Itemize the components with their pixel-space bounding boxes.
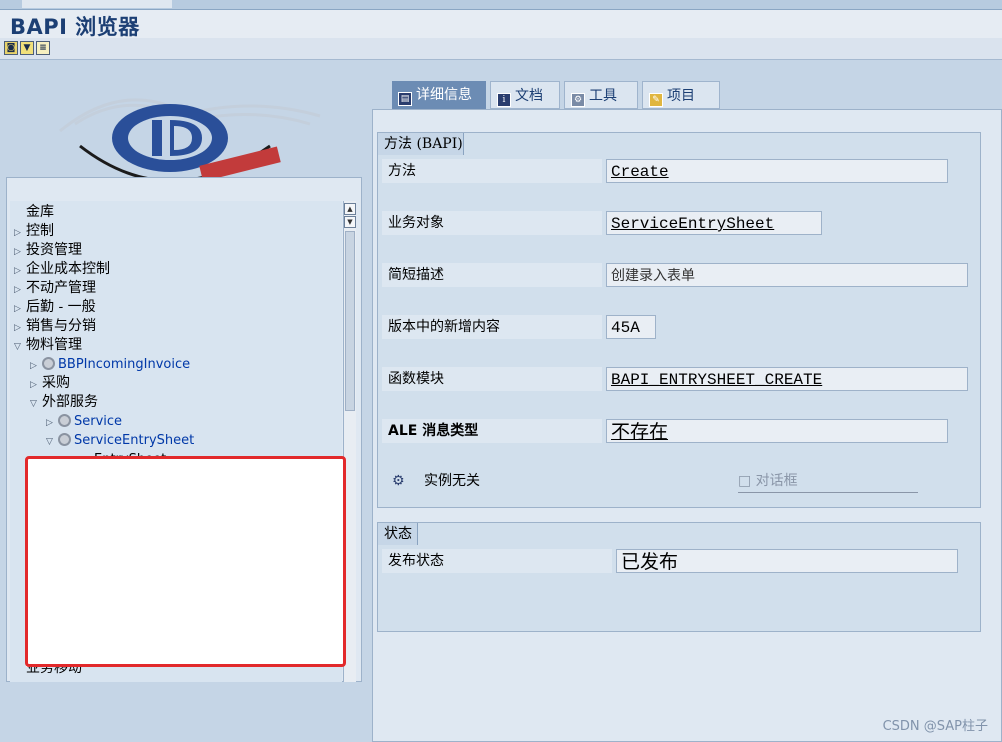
- instance-icon: ⚙: [392, 473, 405, 489]
- window-title: BAPI 浏览器: [10, 15, 140, 39]
- tree-row-label: 采购: [42, 375, 70, 391]
- tab-details-label: 详细信息: [416, 87, 472, 103]
- tab-details[interactable]: ▤ 详细信息: [392, 81, 486, 109]
- tree-row-label: Service: [74, 414, 123, 429]
- status-group: 状态 发布状态 已发布: [377, 522, 981, 632]
- method-group-title: 方法 (BAPI): [378, 133, 464, 155]
- field-value-release-status[interactable]: 已发布: [616, 549, 958, 573]
- scroll-up-button[interactable]: ▲: [344, 203, 356, 215]
- highlight-box: [25, 456, 346, 667]
- scroll-thumb[interactable]: [345, 231, 355, 411]
- tree-row[interactable]: ▷ 企业成本控制: [10, 260, 342, 279]
- tree-row[interactable]: ▷ Service: [10, 412, 342, 431]
- field-value-method[interactable]: Create: [606, 159, 948, 183]
- tree-row[interactable]: ▷ 投资管理: [10, 241, 342, 260]
- tree-row-label: 控制: [26, 223, 54, 239]
- title-bar: BAPI 浏览器: [0, 10, 1002, 39]
- tab-projects[interactable]: ✎ 项目: [642, 81, 720, 109]
- tree-row-label: 投资管理: [26, 242, 82, 258]
- field-label-method: 方法: [382, 159, 602, 183]
- tree-row[interactable]: ▷ BBPIncomingInvoice: [10, 355, 342, 374]
- tree-row[interactable]: 金库: [10, 203, 342, 222]
- projects-icon: ✎: [649, 93, 663, 107]
- right-pane: ▤ 详细信息 i 文档 ⚙ 工具 ✎ 项目 方法 (BAPI) 方法 Create 业务…: [368, 61, 1002, 742]
- method-group: 方法 (BAPI) 方法 Create 业务对象 ServiceEntryShe…: [377, 132, 981, 508]
- filter-icon[interactable]: ▼: [20, 41, 34, 55]
- tab-documentation-label: 文档: [515, 88, 543, 104]
- scroll-down-button[interactable]: ▼: [344, 216, 356, 228]
- field-label-short-desc: 简短描述: [382, 263, 602, 287]
- tab-tools[interactable]: ⚙ 工具: [564, 81, 638, 109]
- dialog-checkbox[interactable]: □ 对话框: [738, 469, 918, 493]
- field-label-new-in-release: 版本中的新增内容: [382, 315, 602, 339]
- tab-projects-label: 项目: [667, 88, 695, 104]
- detail-panel: 方法 (BAPI) 方法 Create 业务对象 ServiceEntryShe…: [372, 109, 1002, 742]
- tree-row-label: 企业成本控制: [26, 261, 110, 277]
- toolbar: ◙ ▼ ≡: [0, 38, 1002, 60]
- tree-row-label: BBPIncomingInvoice: [58, 357, 191, 372]
- field-value-new-in-release[interactable]: 45A: [606, 315, 656, 339]
- display-icon[interactable]: ◙: [4, 41, 18, 55]
- top-strip: [0, 0, 1002, 10]
- instance-independent-label: 实例无关: [424, 473, 480, 489]
- business-object-icon: [58, 414, 71, 427]
- field-value-business-object[interactable]: ServiceEntrySheet: [606, 211, 822, 235]
- field-value-ale-message[interactable]: 不存在: [606, 419, 948, 443]
- tree-row-label: 销售与分销: [26, 318, 96, 334]
- tree-row[interactable]: ▽ ServiceEntrySheet: [10, 431, 342, 450]
- info-icon: i: [497, 93, 511, 107]
- tree-row[interactable]: ▷ 采购: [10, 374, 342, 393]
- tree-row-label: 不动产管理: [26, 280, 96, 296]
- business-object-icon: [58, 433, 71, 446]
- tree-row-label: 后勤 - 一般: [26, 299, 96, 315]
- list-icon[interactable]: ≡: [36, 41, 50, 55]
- field-label-release-status: 发布状态: [382, 549, 612, 573]
- tree-row[interactable]: ▽ 物料管理: [10, 336, 342, 355]
- field-label-function-module: 函数模块: [382, 367, 602, 391]
- tree-row[interactable]: ▷ 销售与分销: [10, 317, 342, 336]
- status-group-title: 状态: [378, 523, 418, 545]
- tree-row-label: 物料管理: [26, 337, 82, 353]
- details-icon: ▤: [398, 92, 412, 106]
- tab-documentation[interactable]: i 文档: [490, 81, 560, 109]
- tree-row[interactable]: ▷ 不动产管理: [10, 279, 342, 298]
- field-value-short-desc[interactable]: 创建录入表单: [606, 263, 968, 287]
- tab-tools-label: 工具: [589, 88, 617, 104]
- tree-row-label: ServiceEntrySheet: [74, 433, 195, 448]
- tools-icon: ⚙: [571, 93, 585, 107]
- field-label-ale-message: ALE 消息类型: [382, 419, 602, 443]
- tree-row-label: 金库: [26, 204, 54, 220]
- tree-row[interactable]: ▷ 后勤 - 一般: [10, 298, 342, 317]
- tree-row[interactable]: ▷ 控制: [10, 222, 342, 241]
- business-object-icon: [42, 357, 55, 370]
- field-value-function-module[interactable]: BAPI_ENTRYSHEET_CREATE: [606, 367, 968, 391]
- tree-row-label: 外部服务: [42, 394, 98, 410]
- field-label-business-object: 业务对象: [382, 211, 602, 235]
- top-strip-segment: [22, 0, 172, 8]
- tree-row[interactable]: ▽ 外部服务: [10, 393, 342, 412]
- watermark: CSDN @SAP柱子: [882, 719, 988, 734]
